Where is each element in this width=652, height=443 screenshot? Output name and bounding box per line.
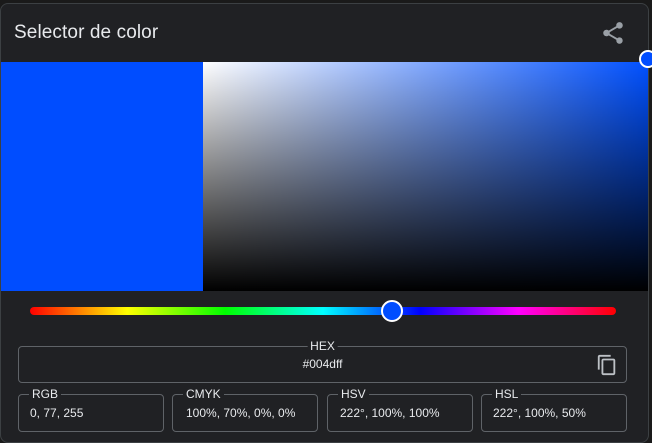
share-icon[interactable] xyxy=(600,20,626,46)
hue-slider-track[interactable] xyxy=(30,307,616,315)
cmyk-value[interactable]: 100%, 70%, 0%, 0% xyxy=(186,406,295,420)
hex-value[interactable]: #004dff xyxy=(19,357,626,371)
hue-slider-handle[interactable] xyxy=(380,300,403,322)
color-preview-swatch xyxy=(1,62,203,291)
cmyk-label: CMYK xyxy=(183,387,224,401)
saturation-value-area[interactable] xyxy=(203,62,648,291)
hex-field[interactable]: HEX #004dff xyxy=(18,339,627,383)
hsv-value[interactable]: 222°, 100%, 100% xyxy=(340,406,440,420)
hsl-label: HSL xyxy=(492,387,522,401)
saturation-value-handle[interactable] xyxy=(639,50,652,68)
page-title: Selector de color xyxy=(14,22,159,43)
hsv-label: HSV xyxy=(338,387,369,401)
hsv-field[interactable]: HSV 222°, 100%, 100% xyxy=(327,387,473,432)
hsl-value[interactable]: 222°, 100%, 50% xyxy=(493,406,586,420)
hex-label: HEX xyxy=(307,339,338,353)
cmyk-field[interactable]: CMYK 100%, 70%, 0%, 0% xyxy=(172,387,318,432)
copy-icon[interactable] xyxy=(596,354,618,376)
hsl-field[interactable]: HSL 222°, 100%, 50% xyxy=(481,387,627,432)
rgb-label: RGB xyxy=(29,387,62,401)
rgb-value[interactable]: 0, 77, 255 xyxy=(30,406,83,420)
rgb-field[interactable]: RGB 0, 77, 255 xyxy=(18,387,164,432)
